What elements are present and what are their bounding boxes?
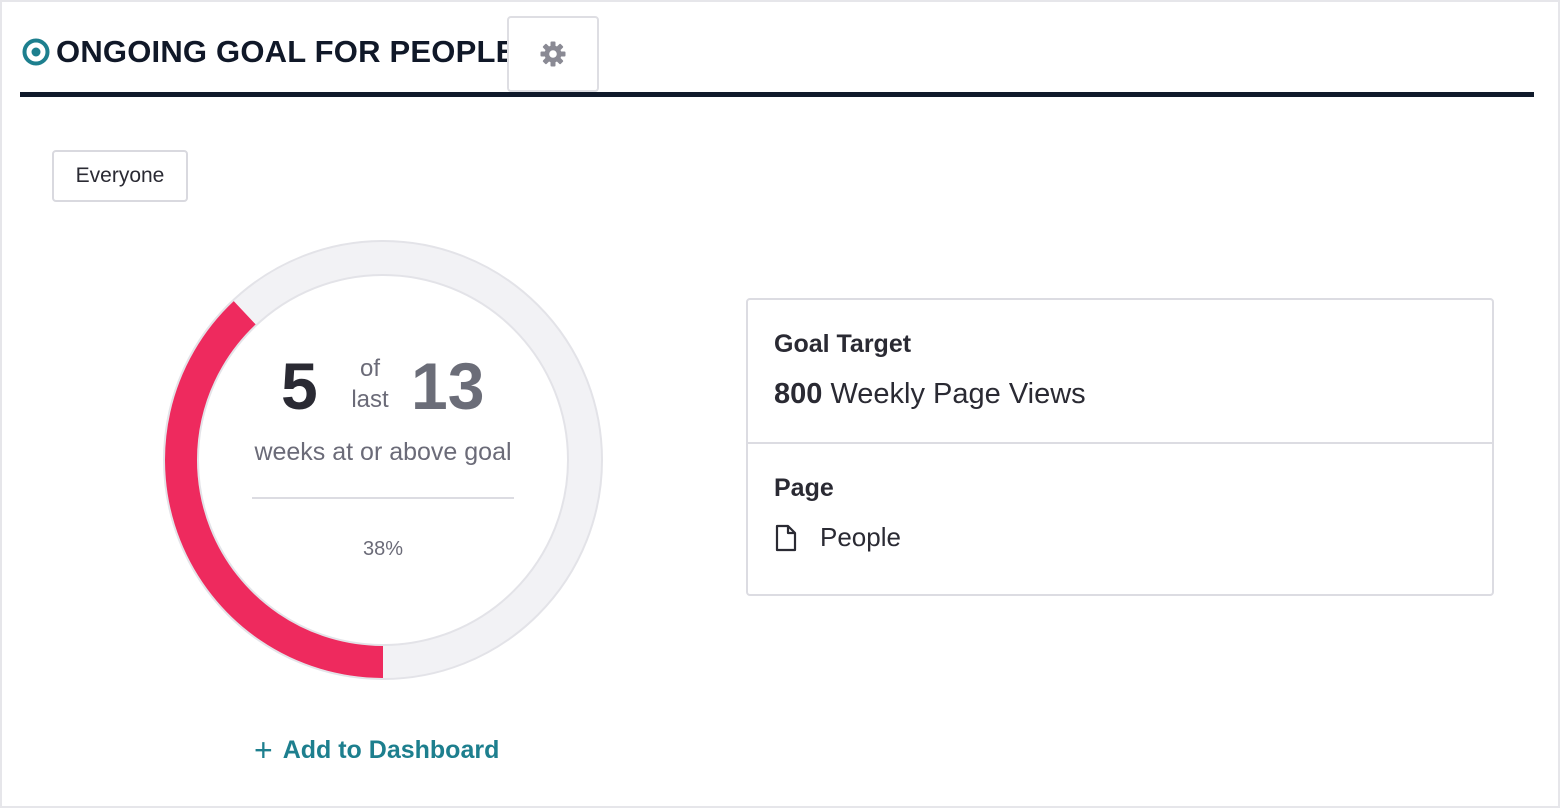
- page-name: People: [820, 522, 901, 552]
- goal-target-value: 800 Weekly Page Views: [774, 378, 1086, 411]
- plus-icon: +: [254, 732, 273, 768]
- segment-filter-chip[interactable]: Everyone: [52, 150, 188, 202]
- progress-caption: weeks at or above goal: [254, 438, 512, 466]
- of-label: of: [359, 355, 380, 382]
- gear-icon: [540, 41, 566, 67]
- weeks-met-count: 5: [281, 349, 318, 423]
- page-section: Page People: [748, 444, 1492, 594]
- progress-donut: 5 of last 13 weeks at or above goal 38%: [163, 240, 603, 680]
- progress-percent: 38%: [362, 538, 404, 560]
- goal-target-metric: Weekly Page Views: [830, 378, 1086, 410]
- last-label: last: [351, 386, 389, 413]
- goal-target-number: 800: [774, 378, 823, 410]
- page-item: People: [774, 522, 901, 553]
- page-label: Page: [774, 474, 834, 502]
- goal-target-section: Goal Target 800 Weekly Page Views: [748, 300, 1492, 444]
- add-to-dashboard-label: Add to Dashboard: [282, 735, 500, 764]
- goal-details-card: Goal Target 800 Weekly Page Views Page P…: [746, 298, 1494, 596]
- page-title: ONGOING GOAL FOR PEOPLE: [56, 34, 517, 69]
- goal-header: ONGOING GOAL FOR PEOPLE: [20, 16, 1534, 92]
- target-circle-icon: [22, 38, 50, 66]
- settings-button[interactable]: [507, 16, 599, 92]
- progress-summary: 5 of last 13 weeks at or above goal 38%: [163, 240, 603, 680]
- weeks-total-count: 13: [411, 349, 485, 423]
- document-icon: [775, 524, 797, 551]
- summary-divider: [252, 497, 514, 499]
- goal-target-label: Goal Target: [774, 330, 912, 358]
- header-divider: [20, 92, 1534, 97]
- add-to-dashboard-link[interactable]: + Add to Dashboard: [254, 730, 499, 770]
